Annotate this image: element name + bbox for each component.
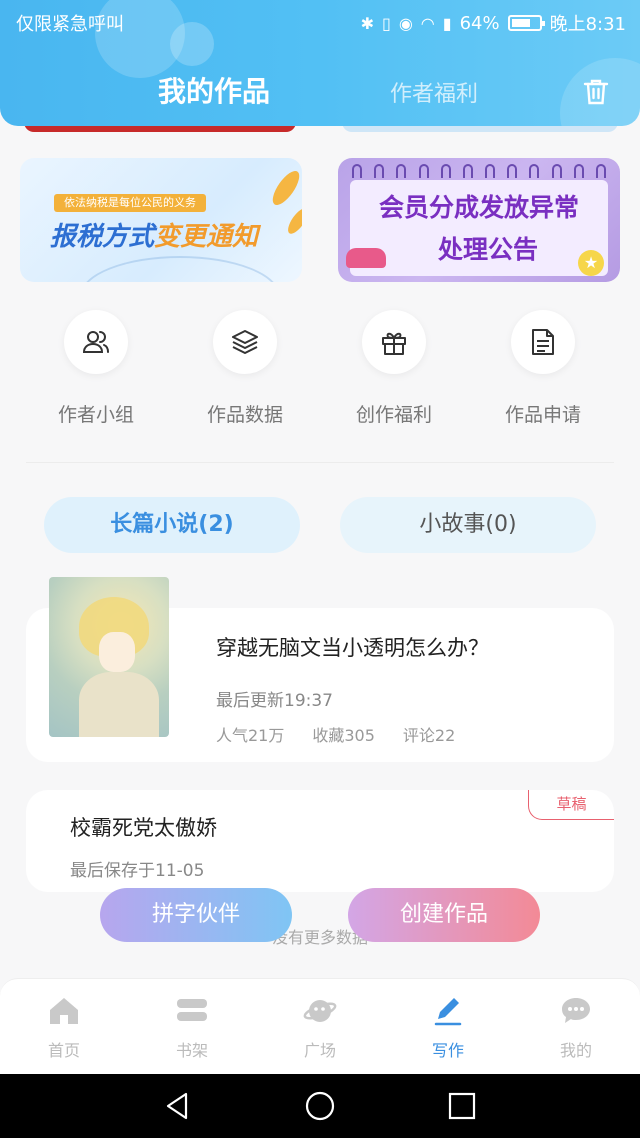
battery-icon (507, 15, 545, 31)
section-divider (26, 462, 614, 463)
writing-partner-button[interactable]: 拼字伙伴 (100, 888, 292, 942)
no-more-data-text: 没有更多数据 (271, 928, 368, 947)
work-cover-image[interactable] (49, 577, 169, 737)
tax-notice-banner[interactable]: 依法纳税是每位公民的义务 报税方式变更通知 (20, 158, 302, 282)
nav-plaza[interactable]: 广场 (256, 993, 384, 1061)
decor-leaf (267, 167, 302, 209)
work-stats: 人气21万 收藏305 评论22 (216, 722, 455, 746)
vip-notice-banner[interactable]: 会员分成发放异常 处理公告 ★ (338, 158, 620, 282)
nav-label: 我的 (559, 1041, 592, 1060)
work-title: 穿越无脑文当小透明怎么办？ (216, 636, 489, 660)
bluetooth-icon: ✱ (360, 13, 374, 33)
nav-home[interactable]: 首页 (0, 993, 128, 1061)
gift-icon (382, 332, 406, 355)
decor-figure (346, 248, 386, 268)
quick-label: 创作福利 (355, 404, 432, 426)
home-icon (50, 998, 78, 1024)
clock: 晚上8:31 (549, 14, 626, 35)
quick-label: 作者小组 (57, 404, 134, 426)
eye-icon: ◉ (398, 13, 413, 33)
tax-title: 报税方式变更通知 (50, 222, 259, 252)
nav-bookshelf[interactable]: 书架 (128, 993, 256, 1061)
status-icons: ✱ ▯ ◉ ◠ ▮ 64% 晚上8:31 (361, 10, 626, 36)
wifi-icon: ◠ (420, 13, 435, 33)
status-bar: 仅限紧急呼叫 ✱ ▯ ◉ ◠ ▮ 64% 晚上8:31 (0, 0, 640, 44)
pen-icon (434, 998, 462, 1026)
nav-label: 书架 (175, 1041, 208, 1060)
quick-work-application[interactable]: 作品申请 (483, 310, 603, 427)
star-badge-icon: ★ (578, 250, 604, 276)
chat-icon (562, 998, 590, 1023)
category-story-button[interactable]: 小故事(0) (340, 497, 596, 553)
work-favorites: 收藏305 (312, 726, 375, 745)
quick-actions: 作者小组 作品数据 创作福利 作品申请 (0, 310, 640, 440)
planet-icon (303, 1000, 337, 1022)
nav-mine[interactable]: 我的 (512, 993, 640, 1061)
tab-author-benefits[interactable]: 作者福利 (390, 76, 478, 108)
draft-badge: 草稿 (528, 790, 614, 820)
create-work-button[interactable]: 创建作品 (348, 888, 540, 942)
work-popularity: 人气21万 (216, 726, 285, 745)
quick-author-group[interactable]: 作者小组 (36, 310, 156, 427)
emergency-call-text: 仅限紧急呼叫 (16, 14, 124, 35)
decor-leaf (284, 205, 302, 237)
draft-work-card[interactable]: 草稿 校霸死党太傲娇 最后保存于11-05 (26, 790, 614, 892)
nav-label: 广场 (303, 1041, 336, 1060)
nav-label: 写作 (431, 1041, 464, 1060)
trash-icon[interactable] (580, 76, 612, 108)
layers-icon (232, 330, 258, 354)
recent-apps-icon[interactable] (446, 1090, 478, 1122)
app-header: 仅限紧急呼叫 ✱ ▯ ◉ ◠ ▮ 64% 晚上8:31 我的作品 作者福利 (0, 0, 640, 126)
battery-alert-icon: ▮ (442, 13, 452, 33)
work-title: 校霸死党太傲娇 (70, 816, 217, 840)
work-updated-time: 最后更新19:37 (216, 691, 333, 711)
document-icon (532, 329, 554, 355)
vibrate-icon: ▯ (382, 13, 391, 33)
tax-tag: 依法纳税是每位公民的义务 (54, 194, 206, 212)
battery-percent: 64% (459, 12, 500, 34)
system-nav-bar (0, 1074, 640, 1138)
quick-label: 作品数据 (206, 404, 283, 426)
quick-label: 作品申请 (504, 404, 581, 426)
work-saved-time: 最后保存于11-05 (70, 861, 205, 881)
bottom-nav: 首页 书架 广场 写作 我的 (0, 978, 640, 1074)
notebook-rings (352, 164, 606, 178)
nav-write[interactable]: 写作 (384, 993, 512, 1061)
quick-work-data[interactable]: 作品数据 (185, 310, 305, 427)
tab-my-works[interactable]: 我的作品 (158, 70, 270, 110)
home-circle-icon[interactable] (304, 1090, 336, 1122)
quick-creation-benefits[interactable]: 创作福利 (334, 310, 454, 427)
bookshelf-icon (177, 999, 207, 1021)
group-icon (82, 331, 109, 353)
vip-title-line2: 处理公告 (437, 235, 538, 264)
category-novel-button[interactable]: 长篇小说(2) (44, 497, 300, 553)
nav-label: 首页 (47, 1041, 80, 1060)
work-comments: 评论22 (402, 726, 456, 745)
vip-title-line1: 会员分成发放异常 (378, 193, 579, 222)
back-icon[interactable] (162, 1090, 194, 1122)
decor-arc (80, 256, 280, 282)
top-tabs: 我的作品 作者福利 (0, 70, 640, 110)
